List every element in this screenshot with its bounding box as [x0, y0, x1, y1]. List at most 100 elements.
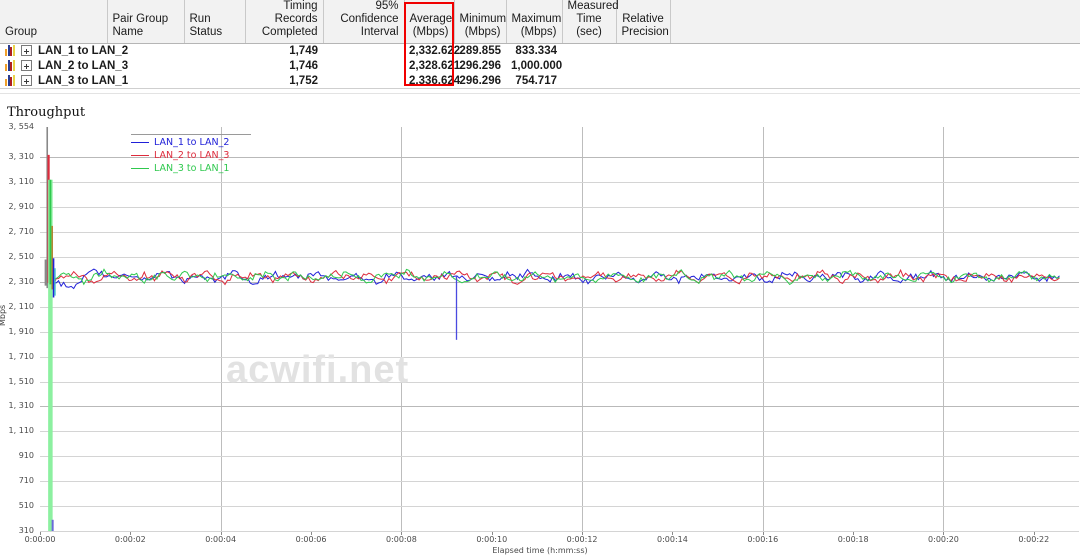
x-tick-label: 0:00:00	[25, 535, 56, 544]
col-header-confidence-interval[interactable]: 95% Confidence Interval	[323, 0, 404, 44]
bar-chart-icon	[5, 45, 16, 56]
legend-line-swatch-icon	[131, 142, 149, 143]
cell-group[interactable]: LAN_2 to LAN_3	[0, 59, 107, 74]
col-header-measured-time-sec[interactable]: Measured Time (sec)	[562, 0, 616, 44]
table-row[interactable]: LAN_3 to LAN_1 1,752 2,336.624 296.296 7…	[0, 74, 1080, 89]
cell-confidence-interval	[323, 44, 404, 60]
cell-average-mbps: 2,336.624	[404, 74, 454, 89]
col-header-run-status[interactable]: Run Status	[184, 0, 245, 44]
cell-maximum-mbps: 1,000.000	[506, 59, 562, 74]
cell-confidence-interval	[323, 59, 404, 74]
x-tick-label: 0:00:12	[567, 535, 598, 544]
cell-timing-records-completed: 1,749	[245, 44, 323, 60]
y-tick-label: 710	[19, 476, 34, 485]
legend-line-swatch-icon	[131, 155, 149, 156]
iperf-results-window: Group Pair Group Name Run Status Timing …	[0, 0, 1080, 556]
legend-item-2[interactable]: LAN_2 to LAN_3	[131, 149, 249, 162]
col-header-timing-records-completed[interactable]: Timing Records Completed	[245, 0, 323, 44]
expand-plus-icon[interactable]	[21, 45, 32, 56]
col-header-group[interactable]: Group	[0, 0, 107, 44]
row-icon-group	[5, 75, 32, 86]
x-tick-label: 0:00:16	[747, 535, 778, 544]
cell-minimum-mbps: 296.296	[454, 59, 506, 74]
y-tick-label: 2, 110	[9, 302, 34, 311]
x-tick-label: 0:00:22	[1018, 535, 1049, 544]
x-tick-label: 0:00:18	[838, 535, 869, 544]
horizontal-gridline	[40, 531, 1079, 532]
col-header-minimum-mbps[interactable]: Minimum (Mbps)	[454, 0, 506, 44]
cell-maximum-mbps: 833.334	[506, 44, 562, 60]
legend-item-label: LAN_2 to LAN_3	[154, 150, 229, 161]
x-tick-label: 0:00:20	[928, 535, 959, 544]
col-header-average-mbps[interactable]: Average (Mbps)	[404, 0, 454, 44]
expand-plus-icon[interactable]	[21, 75, 32, 86]
cell-group-label: LAN_3 to LAN_1	[38, 75, 128, 87]
table-header-row: Group Pair Group Name Run Status Timing …	[0, 0, 1080, 44]
cell-relative-precision	[616, 59, 670, 74]
chart-legend[interactable]: LAN_1 to LAN_2 LAN_2 to LAN_3 LAN_3 to LAN…	[131, 134, 251, 177]
y-tick-label: 510	[19, 501, 34, 510]
results-grid: Group Pair Group Name Run Status Timing …	[0, 0, 1080, 94]
y-tick-label: 1, 510	[9, 377, 34, 386]
cell-relative-precision	[616, 44, 670, 60]
bar-chart-icon	[5, 75, 16, 86]
row-icon-group	[5, 60, 32, 71]
cell-average-mbps: 2,328.621	[404, 59, 454, 74]
legend-item-label: LAN_1 to LAN_2	[154, 137, 229, 148]
results-table: Group Pair Group Name Run Status Timing …	[0, 0, 1080, 89]
y-tick-label: 3, 554	[9, 122, 34, 131]
x-axis-title: Elapsed time (h:mm:ss)	[492, 546, 587, 555]
table-row[interactable]: LAN_1 to LAN_2 1,749 2,332.622 289.855 8…	[0, 44, 1080, 60]
cell-run-status	[184, 44, 245, 60]
y-tick-label: 2, 310	[9, 277, 34, 286]
cell-group-label: LAN_2 to LAN_3	[38, 60, 128, 72]
cell-maximum-mbps: 754.717	[506, 74, 562, 89]
cell-minimum-mbps: 289.855	[454, 44, 506, 60]
legend-item-1[interactable]: LAN_1 to LAN_2	[131, 136, 249, 149]
throughput-chart-panel: Throughput 3, 5543, 3103, 1102, 9102, 71…	[0, 94, 1080, 556]
plot-area[interactable]: acwifi.net	[40, 127, 1079, 531]
cell-measured-time-sec	[562, 59, 616, 74]
y-tick-label: 910	[19, 451, 34, 460]
y-tick-label: 3, 310	[9, 152, 34, 161]
y-tick-label: 2, 910	[9, 202, 34, 211]
cell-filler	[670, 59, 1080, 74]
x-tick-label: 0:00:02	[115, 535, 146, 544]
cell-minimum-mbps: 296.296	[454, 74, 506, 89]
legend-line-swatch-icon	[131, 168, 149, 169]
cell-average-mbps: 2,332.622	[404, 44, 454, 60]
y-tick-label: 1, 710	[9, 352, 34, 361]
expand-plus-icon[interactable]	[21, 60, 32, 71]
cell-measured-time-sec	[562, 44, 616, 60]
cell-run-status	[184, 59, 245, 74]
col-header-filler	[670, 0, 1080, 44]
cell-group-label: LAN_1 to LAN_2	[38, 45, 128, 57]
table-row[interactable]: LAN_2 to LAN_3 1,746 2,328.621 296.296 1…	[0, 59, 1080, 74]
cell-timing-records-completed: 1,746	[245, 59, 323, 74]
y-tick-label: 2, 710	[9, 227, 34, 236]
col-header-maximum-mbps[interactable]: Maximum (Mbps)	[506, 0, 562, 44]
cell-group[interactable]: LAN_1 to LAN_2	[0, 44, 107, 60]
table-body: LAN_1 to LAN_2 1,749 2,332.622 289.855 8…	[0, 44, 1080, 90]
cell-confidence-interval	[323, 74, 404, 89]
x-tick-label: 0:00:04	[205, 535, 236, 544]
cell-run-status	[184, 74, 245, 89]
cell-measured-time-sec	[562, 74, 616, 89]
y-tick-label: 310	[19, 526, 34, 535]
y-tick-label: 3, 110	[9, 177, 34, 186]
cell-timing-records-completed: 1,752	[245, 74, 323, 89]
y-tick-label: 1, 910	[9, 327, 34, 336]
cell-relative-precision	[616, 74, 670, 89]
cell-filler	[670, 44, 1080, 60]
row-icon-group	[5, 45, 32, 56]
col-header-pair-group-name[interactable]: Pair Group Name	[107, 0, 184, 44]
legend-item-label: LAN_3 to LAN_1	[154, 163, 229, 174]
x-tick-label: 0:00:10	[476, 535, 507, 544]
cell-group[interactable]: LAN_3 to LAN_1	[0, 74, 107, 89]
cell-filler	[670, 74, 1080, 89]
y-tick-label: 1, 110	[9, 426, 34, 435]
col-header-relative-precision[interactable]: Relative Precision	[616, 0, 670, 44]
y-axis-title: Mbps	[0, 305, 7, 326]
legend-item-3[interactable]: LAN_3 to LAN_1	[131, 162, 249, 175]
x-tick-label: 0:00:14	[657, 535, 688, 544]
